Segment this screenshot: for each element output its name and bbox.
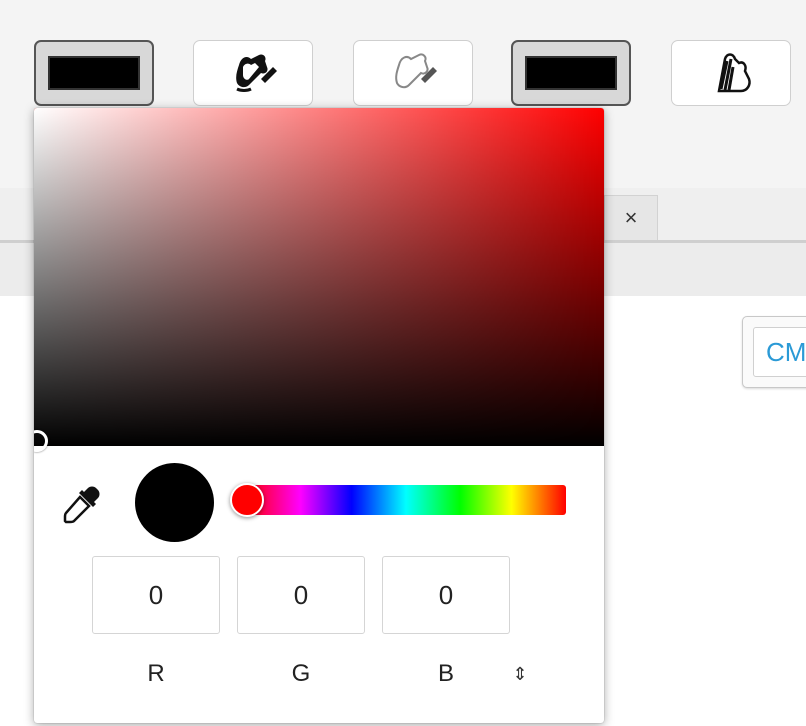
hue-slider[interactable]: [246, 485, 566, 515]
cmyk-mode-panel: CM: [742, 316, 806, 388]
eyedropper-button[interactable]: [62, 484, 102, 524]
eyedropper-icon: [63, 486, 100, 524]
paint-bucket-light-icon: [395, 53, 437, 89]
paint-bucket-fill-button[interactable]: [193, 40, 313, 106]
green-channel-label: G: [291, 660, 311, 687]
background-color-swatch[interactable]: [511, 40, 631, 106]
close-icon: ×: [624, 205, 638, 230]
saturation-value-handle[interactable]: [34, 430, 48, 452]
striped-fill-icon: [717, 53, 751, 93]
color-picker-popup: 0 0 0 R G B ⇕: [34, 108, 604, 723]
black-swatch: [525, 56, 617, 90]
paint-bucket-icon: [236, 54, 277, 92]
color-preview: [135, 463, 214, 542]
app-window: × CM 0 0 0 R G B ⇕: [0, 0, 806, 726]
hue-slider-handle[interactable]: [230, 483, 264, 517]
color-mode-toggle[interactable]: ⇕: [509, 661, 531, 687]
green-channel-input[interactable]: 0: [237, 556, 365, 634]
blue-channel-label: B: [437, 660, 454, 687]
cmyk-mode-button[interactable]: CM: [753, 327, 806, 377]
red-channel-label: R: [147, 660, 165, 687]
foreground-color-swatch[interactable]: [34, 40, 154, 106]
paint-bucket-light-button[interactable]: [353, 40, 473, 106]
striped-fill-button[interactable]: [671, 40, 791, 106]
close-tab-button[interactable]: ×: [604, 195, 658, 240]
saturation-value-area[interactable]: [34, 108, 604, 452]
blue-channel-input[interactable]: 0: [382, 556, 510, 634]
up-down-arrows-icon: ⇕: [512, 663, 528, 684]
black-swatch: [48, 56, 140, 90]
red-channel-input[interactable]: 0: [92, 556, 220, 634]
